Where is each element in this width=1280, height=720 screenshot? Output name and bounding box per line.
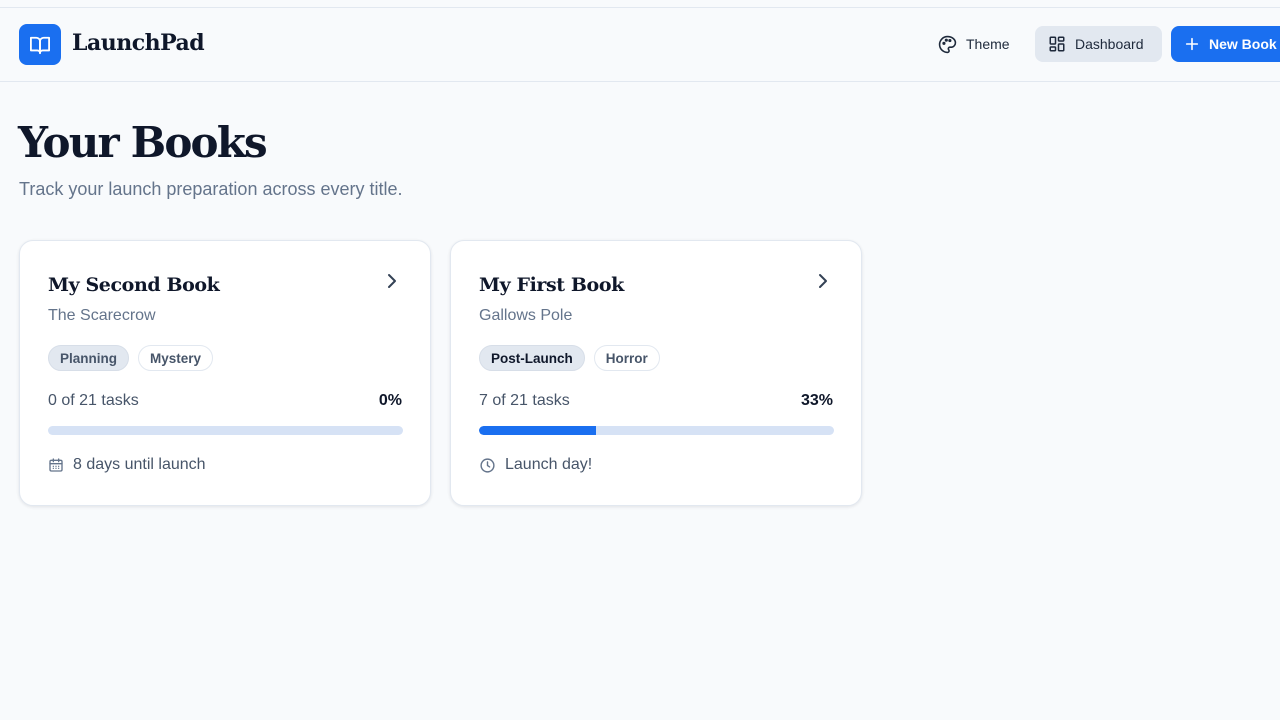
theme-label: Theme [966,36,1010,52]
app-header: LaunchPad Theme Dashboard New Book [0,8,1280,82]
progress-percent: 33% [800,392,833,409]
chevron-right-icon[interactable] [384,271,400,291]
chevron-right-icon[interactable] [815,271,831,291]
progress-bar-fill [479,426,597,435]
status-badge: Planning [48,345,129,371]
new-book-button[interactable]: New Book [1171,26,1280,62]
progress-bar [479,426,834,435]
tag-list: Post-Launch Horror [479,345,660,371]
page-title: Your Books [18,118,268,167]
launch-countdown-text: 8 days until launch [73,456,206,473]
theme-button[interactable]: Theme [925,26,1023,62]
open-book-icon [29,36,50,54]
logo[interactable] [19,24,61,65]
book-card[interactable]: My First Book Gallows Pole Post-Launch H… [450,240,862,506]
progress-percent: 0% [378,392,402,409]
launch-countdown: 8 days until launch [48,456,206,474]
book-title: My First Book [479,274,624,296]
genre-badge: Mystery [138,345,214,371]
new-book-label: New Book [1209,36,1277,52]
book-card[interactable]: My Second Book The Scarecrow Planning My… [19,240,431,506]
clock-icon [480,457,495,473]
page-subtitle: Track your launch preparation across eve… [19,179,403,199]
dashboard-label: Dashboard [1075,36,1144,52]
genre-badge: Horror [593,345,660,371]
calendar-icon [49,458,63,472]
app-name: LaunchPad [72,30,205,56]
progress-bar [48,426,403,435]
book-subtitle: Gallows Pole [479,307,573,324]
book-title: My Second Book [48,274,220,296]
dashboard-button[interactable]: Dashboard [1035,26,1162,62]
launch-status-text: Launch day! [505,456,593,473]
palette-icon [938,35,957,53]
tag-list: Planning Mystery [48,345,214,371]
task-count: 0 of 21 tasks [48,392,139,409]
launch-status: Launch day! [479,456,592,474]
task-count: 7 of 21 tasks [479,392,570,409]
status-badge: Post-Launch [479,345,585,371]
book-subtitle: The Scarecrow [48,307,156,324]
layout-grid-icon [1049,36,1065,52]
plus-icon [1185,37,1199,51]
